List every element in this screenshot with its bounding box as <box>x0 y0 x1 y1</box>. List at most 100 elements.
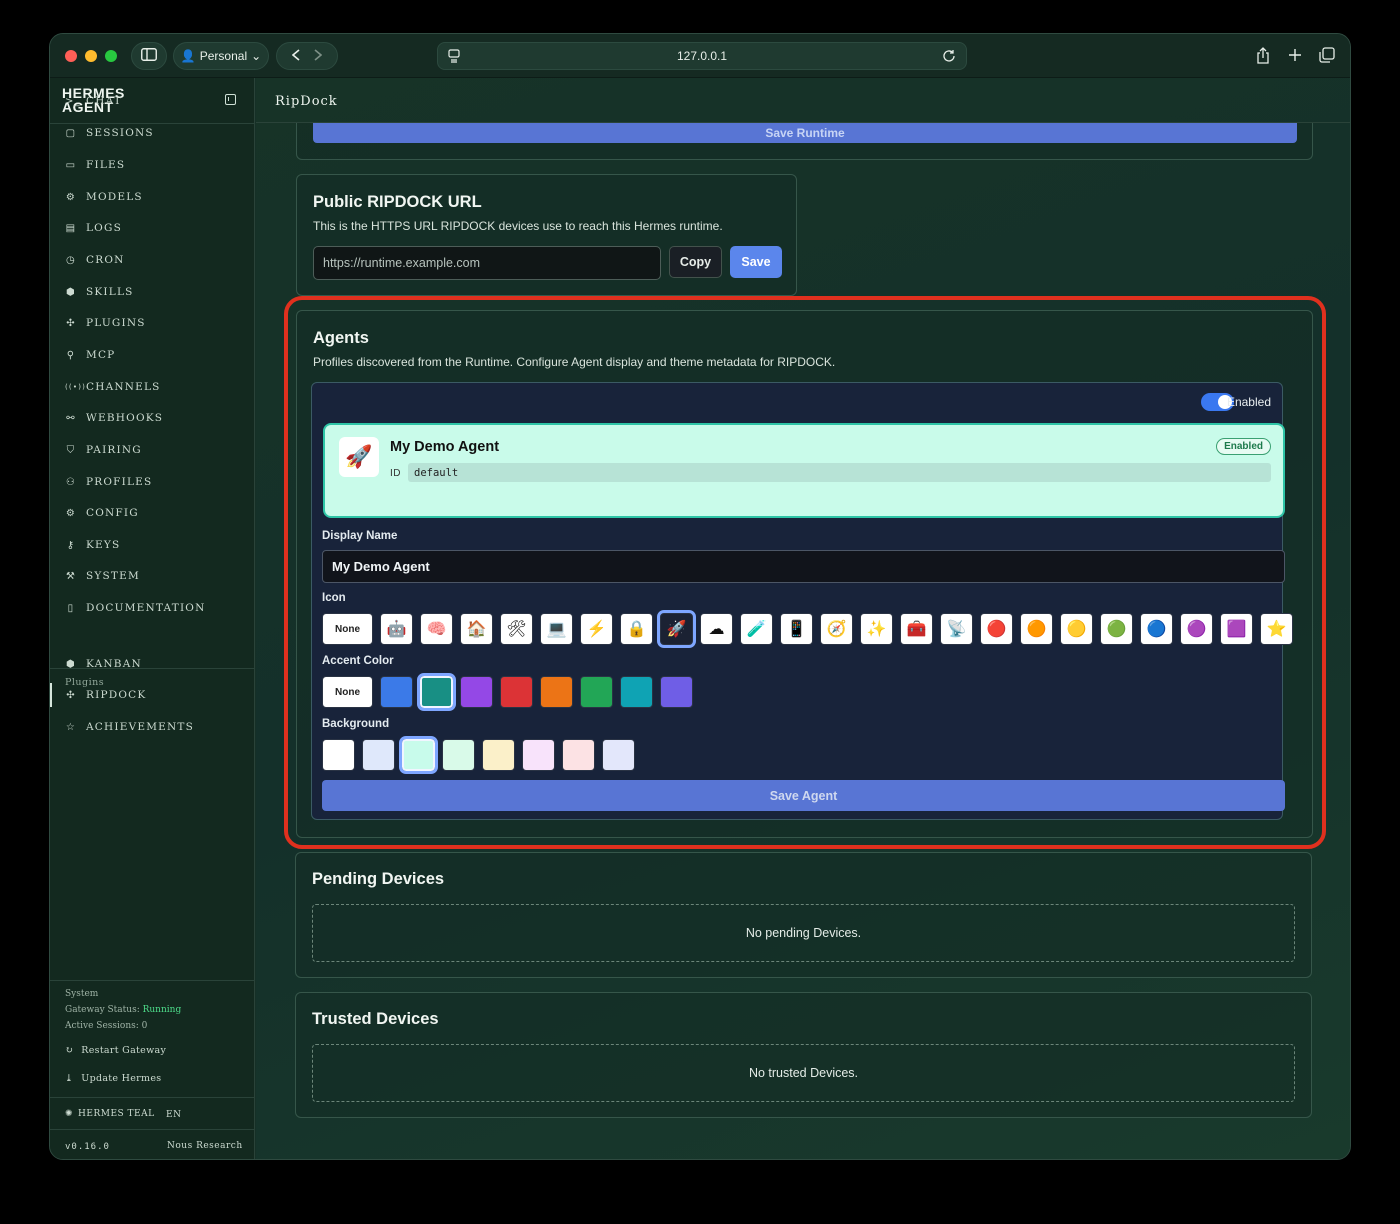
sidebar-item-label: DOCUMENTATION <box>86 602 206 614</box>
mcp-icon: ⚲ <box>66 349 76 361</box>
sidebar-item-label: KEYS <box>86 539 121 551</box>
system-status: System Gateway Status: Running Active Se… <box>65 986 181 1034</box>
system-icon: ⚒ <box>65 570 77 582</box>
pending-devices-card: Pending Devices No pending Devices. <box>295 852 1312 978</box>
trusted-devices-title: Trusted Devices <box>312 1010 439 1028</box>
sidebar-item-skills[interactable]: ⬢ SKILLS <box>50 280 255 304</box>
sidebar-item-label: KANBAN <box>86 658 142 670</box>
trusted-devices-card: Trusted Devices No trusted Devices. <box>295 992 1312 1118</box>
profile-switcher[interactable]: 👤 Personal ⌄ <box>173 42 269 70</box>
sidebar-item-webhooks[interactable]: ⚯ WEBHOOKS <box>50 406 255 430</box>
minimize-window-button[interactable] <box>85 50 97 62</box>
sidebar-item-label: PLUGINS <box>86 317 146 329</box>
sidebar-item-keys[interactable]: ⚷ KEYS <box>50 533 255 557</box>
sidebar-item-label: SKILLS <box>86 286 134 298</box>
share-icon[interactable] <box>1254 46 1272 64</box>
sidebar-divider <box>50 1129 254 1130</box>
sidebar-divider <box>50 1097 254 1098</box>
profiles-icon: ⚇ <box>65 476 77 488</box>
toggle-sidebar-button[interactable] <box>131 42 167 70</box>
kanban-icon: ⬢ <box>66 658 76 670</box>
copy-url-button[interactable]: Copy <box>669 246 722 278</box>
back-icon[interactable] <box>291 48 300 64</box>
sidebar-item-mcp[interactable]: ⚲ MCP <box>50 343 255 367</box>
sidebar-item-documentation[interactable]: ▯ DOCUMENTATION <box>50 596 255 620</box>
person-icon: 👤 <box>180 49 196 63</box>
update-hermes-button[interactable]: ⤓ Update Hermes <box>65 1073 161 1084</box>
sidebar: HERMES AGENT >_ CHAT ▢ SESSIONS ▭ FILES ⚙ MODEL… <box>50 78 255 1159</box>
sidebar-icon <box>141 48 157 64</box>
highlight-annotation <box>284 296 1326 849</box>
sidebar-item-plugins[interactable]: ✣ PLUGINS <box>50 311 255 335</box>
sidebar-item-config[interactable]: ⚙ CONFIG <box>50 501 255 525</box>
browser-titlebar: 👤 Personal ⌄ 127.0.0.1 <box>50 34 1350 78</box>
save-url-button[interactable]: Save <box>730 246 782 278</box>
chevron-down-icon: ⌄ <box>251 49 262 63</box>
reload-icon[interactable] <box>942 49 956 66</box>
theme-label: HERMES TEAL <box>78 1109 155 1119</box>
cron-icon: ◷ <box>66 254 76 266</box>
ripdock-icon: ✣ <box>66 689 76 701</box>
version-label: v0.16.0 <box>65 1142 110 1152</box>
save-runtime-button[interactable]: Save Runtime <box>313 123 1297 143</box>
profile-label: Personal <box>199 49 248 63</box>
sidebar-item-label: FILES <box>86 159 126 171</box>
vendor-label: Nous Research <box>167 1141 243 1151</box>
public-url-input[interactable]: https://runtime.example.com <box>313 246 661 280</box>
sidebar-item-label: LOGS <box>86 222 122 234</box>
restart-gateway-button[interactable]: ↻ Restart Gateway <box>65 1045 166 1056</box>
skills-icon: ⬢ <box>66 286 76 298</box>
sidebar-item-files[interactable]: ▭ FILES <box>50 153 255 177</box>
sidebar-item-label: CONFIG <box>86 507 139 519</box>
sidebar-item-cron[interactable]: ◷ CRON <box>50 248 255 272</box>
sidebar-item-label: WEBHOOKS <box>86 412 164 424</box>
runtime-card: Save Runtime <box>296 123 1313 160</box>
documentation-icon: ▯ <box>67 602 75 614</box>
sidebar-item-label: RIPDOCK <box>86 689 147 701</box>
sidebar-item-chat[interactable]: >_ CHAT <box>50 89 255 113</box>
sidebar-item-achievements[interactable]: ☆ ACHIEVEMENTS <box>50 715 255 739</box>
language-switcher[interactable]: EN <box>166 1110 181 1120</box>
gateway-status-value: Running <box>142 1005 182 1015</box>
sidebar-item-system[interactable]: ⚒ SYSTEM <box>50 564 255 588</box>
sidebar-item-label: ACHIEVEMENTS <box>86 721 195 733</box>
sidebar-item-sessions[interactable]: ▢ SESSIONS <box>50 121 255 145</box>
webhooks-icon: ⚯ <box>66 412 76 424</box>
sidebar-item-label: PROFILES <box>86 476 153 488</box>
download-icon: ⤓ <box>65 1073 74 1084</box>
pending-devices-empty: No pending Devices. <box>312 904 1295 962</box>
sidebar-item-label: CHAT <box>86 95 123 107</box>
active-sessions: Active Sessions: 0 <box>65 1021 148 1031</box>
sidebar-item-profiles[interactable]: ⚇ PROFILES <box>50 470 255 494</box>
restart-gateway-label: Restart Gateway <box>81 1045 167 1056</box>
forward-icon[interactable] <box>314 48 323 64</box>
sidebar-item-label: PAIRING <box>86 444 142 456</box>
sidebar-item-logs[interactable]: ▤ LOGS <box>50 216 255 240</box>
files-icon: ▭ <box>65 159 77 171</box>
page-header: RipDock <box>256 78 1350 123</box>
config-icon: ⚙ <box>65 507 77 519</box>
new-tab-icon[interactable] <box>1286 46 1304 64</box>
sessions-icon: ▢ <box>65 127 77 139</box>
page-settings-icon[interactable] <box>448 49 460 66</box>
theme-switcher[interactable]: ✺ HERMES TEAL <box>65 1109 155 1119</box>
sidebar-item-pairing[interactable]: ⛉ PAIRING <box>50 438 255 462</box>
sidebar-item-channels[interactable]: ((•)) CHANNELS <box>50 375 255 399</box>
restart-icon: ↻ <box>65 1045 74 1056</box>
sidebar-item-models[interactable]: ⚙ MODELS <box>50 185 255 209</box>
logs-icon: ▤ <box>65 222 77 234</box>
keys-icon: ⚷ <box>66 539 76 551</box>
close-window-button[interactable] <box>65 50 77 62</box>
sidebar-divider <box>50 980 254 981</box>
zoom-window-button[interactable] <box>105 50 117 62</box>
address-bar[interactable]: 127.0.0.1 <box>437 42 967 70</box>
chat-icon: >_ <box>65 95 81 107</box>
public-url-description: This is the HTTPS URL RIPDOCK devices us… <box>313 219 723 233</box>
pairing-icon: ⛉ <box>66 444 76 456</box>
public-url-title: Public RIPDOCK URL <box>313 193 482 211</box>
sidebar-item-kanban[interactable]: ⬢ KANBAN <box>50 652 255 676</box>
sidebar-item-label: SYSTEM <box>86 570 140 582</box>
sidebar-item-ripdock[interactable]: ✣ RIPDOCK <box>50 683 255 707</box>
tab-overview-icon[interactable] <box>1318 46 1336 64</box>
sidebar-item-label: MODELS <box>86 191 143 203</box>
